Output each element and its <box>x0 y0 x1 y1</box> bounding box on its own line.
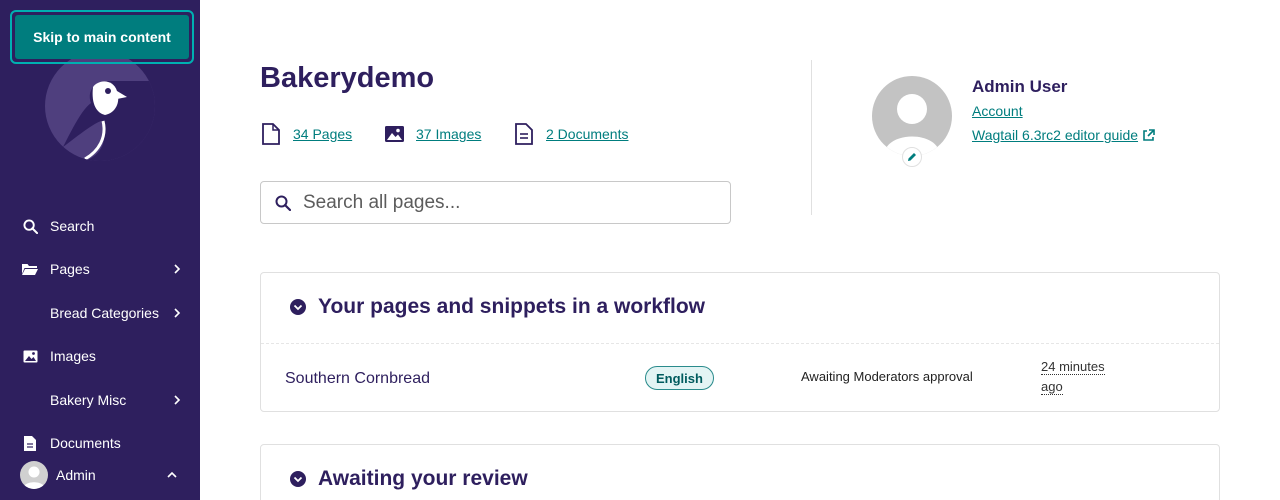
account-link[interactable]: Account <box>972 103 1023 119</box>
pencil-icon <box>908 153 916 161</box>
sidebar-item-pages[interactable]: Pages <box>0 249 200 289</box>
sidebar-item-search[interactable]: Search <box>0 206 200 246</box>
divider <box>811 60 812 215</box>
review-panel-title: Awaiting your review <box>318 467 528 490</box>
user-name: Admin User <box>972 77 1068 96</box>
workflow-panel-title: Your pages and snippets in a workflow <box>318 295 706 318</box>
account-label: Admin <box>56 467 96 483</box>
sidebar-item-bread-categories[interactable]: Bread Categories <box>0 293 200 333</box>
user-avatar <box>872 76 952 156</box>
chevron-right-icon <box>174 264 181 274</box>
sidebar-item-bakery-misc[interactable]: Bakery Misc <box>0 380 200 420</box>
stat-pages: 34 Pages <box>261 122 352 146</box>
timestamp-line: ago <box>1041 379 1063 395</box>
sidebar-item-label: Documents <box>50 435 121 451</box>
workflow-timestamp: 24 minutes ago <box>1041 357 1121 397</box>
stat-images: 37 Images <box>384 122 481 146</box>
workflow-panel-header[interactable]: Your pages and snippets in a workflow <box>289 295 705 319</box>
document-icon <box>515 123 533 145</box>
workflow-status: Awaiting Moderators approval <box>801 369 973 384</box>
external-link-icon <box>1143 128 1155 141</box>
chevron-up-icon <box>167 471 177 478</box>
image-icon <box>385 126 404 142</box>
page-title: Bakerydemo <box>260 62 435 94</box>
chevron-right-icon <box>174 395 181 405</box>
search-input[interactable] <box>303 190 713 216</box>
sidebar-item-label: Pages <box>50 261 90 277</box>
editor-guide-link[interactable]: Wagtail 6.3rc2 editor guide <box>972 127 1155 143</box>
editor-guide-label: Wagtail 6.3rc2 editor guide <box>972 127 1139 143</box>
edit-avatar-button[interactable] <box>902 147 922 167</box>
chevron-right-icon <box>174 308 181 318</box>
sidebar-item-label: Bakery Misc <box>50 392 127 408</box>
review-panel-header[interactable]: Awaiting your review <box>289 467 528 491</box>
timestamp-line: 24 minutes <box>1041 359 1105 375</box>
avatar <box>20 461 48 489</box>
workflow-panel: Your pages and snippets in a workflow So… <box>260 272 1220 412</box>
skip-to-main-content-link[interactable]: Skip to main content <box>10 10 194 64</box>
sidebar-item-images[interactable]: Images <box>0 336 200 376</box>
skip-link-label: Skip to main content <box>15 15 189 59</box>
images-count-link[interactable]: 37 Images <box>416 126 481 142</box>
search-box <box>260 181 731 224</box>
account-link-label: Account <box>972 103 1023 119</box>
search-icon <box>275 195 291 211</box>
image-icon <box>22 348 38 364</box>
account-menu-toggle[interactable]: Admin <box>0 455 200 495</box>
sidebar-item-label: Search <box>50 218 95 234</box>
search-icon <box>22 218 38 234</box>
stat-documents: 2 Documents <box>514 122 628 146</box>
folder-open-icon <box>22 261 38 277</box>
sidebar-item-label: Bread Categories <box>50 305 159 321</box>
collapse-toggle-icon <box>290 471 306 487</box>
sidebar-item-label: Images <box>50 348 96 364</box>
sidebar: Skip to main content Search Pages Bread … <box>0 0 200 500</box>
divider <box>261 343 1219 344</box>
locale-badge: English <box>645 366 714 390</box>
review-panel: Awaiting your review <box>260 444 1220 500</box>
documents-count-link[interactable]: 2 Documents <box>546 126 628 142</box>
page-icon <box>262 123 280 145</box>
document-icon <box>22 435 38 451</box>
workflow-row-title-link[interactable]: Southern Cornbread <box>285 370 430 388</box>
pages-count-link[interactable]: 34 Pages <box>293 126 352 142</box>
wagtail-logo[interactable] <box>45 51 155 161</box>
collapse-toggle-icon <box>290 299 306 315</box>
